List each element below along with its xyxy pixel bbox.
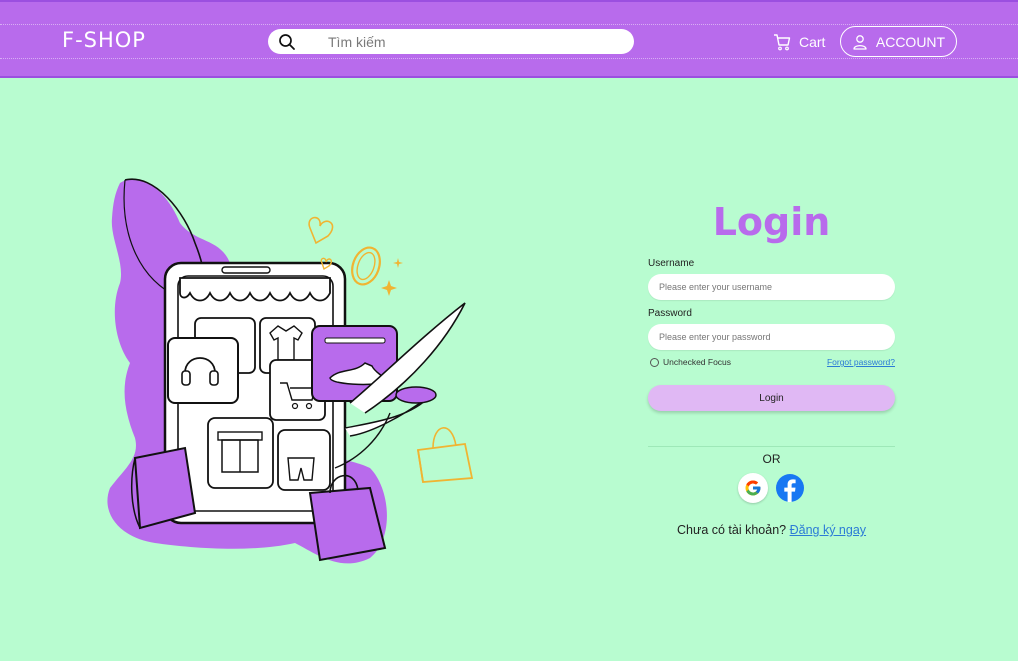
cart-icon [774,34,791,51]
account-button[interactable]: ACCOUNT [840,26,957,57]
signup-link[interactable]: Đăng ký ngay [790,523,866,537]
signup-prompt: Chưa có tài khoản? Đăng ký ngay [648,523,895,537]
login-title: Login [712,200,831,244]
search-input[interactable] [328,31,618,52]
login-button[interactable]: Login [648,385,895,411]
top-nav-bar: F-SHOP Cart ACCOUNT [0,0,1018,78]
radio-button-icon[interactable] [650,357,659,367]
forgot-password-link[interactable]: Forgot password? [827,357,895,367]
brand-logo[interactable]: F-SHOP [62,28,146,52]
username-input[interactable] [648,274,895,300]
password-label: Password [648,308,692,319]
cart-label: Cart [799,34,826,50]
shopping-illustration [107,178,474,564]
remember-me-radio[interactable]: Unchecked Focus [650,357,731,367]
google-login-button[interactable] [738,473,768,503]
facebook-icon [776,474,804,502]
google-icon [745,480,761,496]
username-label: Username [648,258,695,269]
account-label: ACCOUNT [875,33,946,50]
password-input[interactable] [648,324,895,350]
divider [648,446,895,447]
facebook-login-button[interactable] [775,473,805,503]
cart-button[interactable]: Cart [773,32,825,52]
remember-me-label: Unchecked Focus [663,357,732,367]
or-separator: OR [762,452,781,466]
user-icon [853,34,867,50]
search-icon[interactable] [278,33,296,51]
search-bar[interactable] [268,29,634,54]
signup-prompt-text: Chưa có tài khoản? [676,523,787,537]
